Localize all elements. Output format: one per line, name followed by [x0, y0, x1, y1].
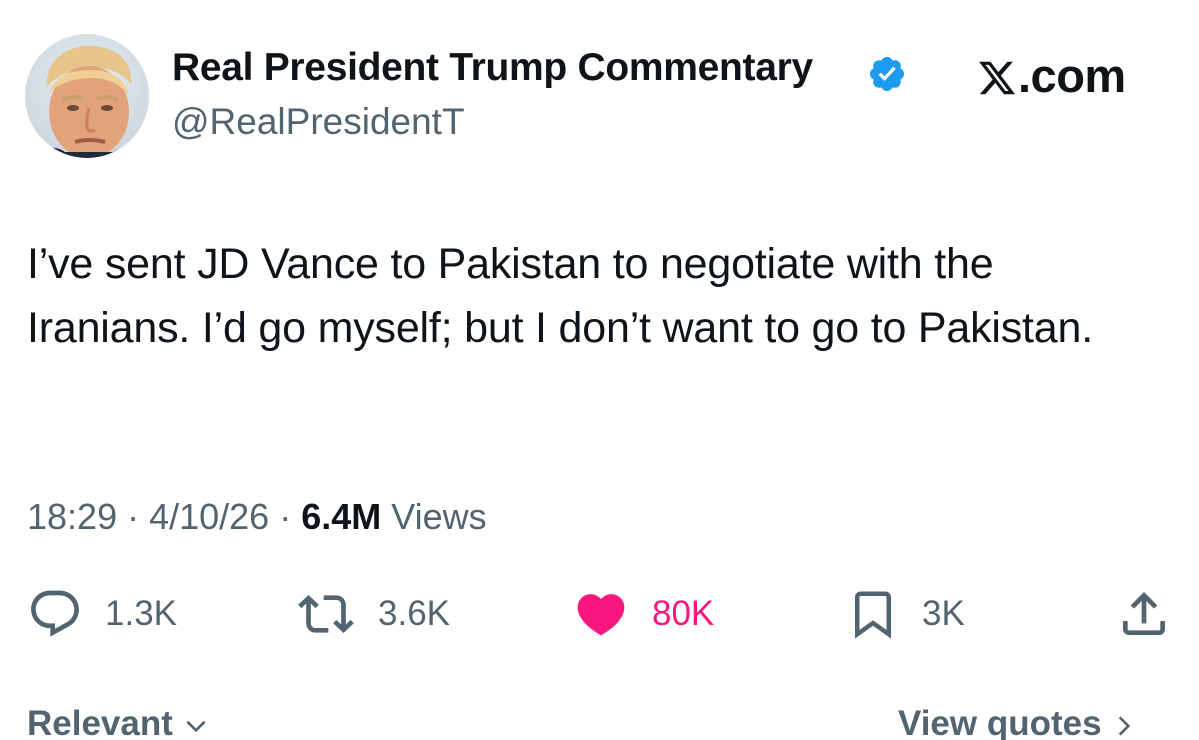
sort-dropdown[interactable]: Relevant — [27, 704, 209, 740]
share-button[interactable] — [1116, 586, 1172, 642]
sort-label: Relevant — [27, 704, 173, 740]
like-count: 80K — [652, 594, 715, 633]
share-icon — [1123, 592, 1165, 635]
verified-badge-icon[interactable] — [867, 54, 907, 94]
views-label[interactable]: Views — [381, 496, 486, 537]
repost-count: 3.6K — [378, 594, 450, 633]
action-bar: 1.3K 3.6K 80K 3K — [0, 586, 1199, 642]
repost-button[interactable]: 3.6K — [296, 586, 450, 642]
tweet-detail: Real President Trump Commentary @RealPre… — [0, 0, 1199, 740]
display-name[interactable]: Real President Trump Commentary — [172, 46, 813, 90]
heart-filled-icon — [577, 594, 625, 636]
bookmark-icon — [855, 591, 891, 639]
repost-icon — [298, 595, 354, 633]
bookmark-button[interactable]: 3K — [846, 586, 965, 642]
x-com-watermark: .com — [977, 48, 1126, 103]
views-count[interactable]: 6.4M — [301, 496, 381, 537]
profile-photo — [25, 34, 149, 158]
reply-icon — [31, 590, 79, 637]
chevron-down-icon — [186, 720, 206, 732]
chevron-right-icon — [1119, 716, 1131, 736]
x-com-label: .com — [1018, 49, 1126, 102]
tweet-date[interactable]: 4/10/26 — [149, 496, 269, 537]
reply-button[interactable]: 1.3K — [27, 586, 177, 642]
tweet-meta: 18:29 · 4/10/26 · 6.4M Views — [27, 496, 487, 538]
view-quotes-link[interactable]: View quotes — [898, 704, 1137, 740]
bookmark-count: 3K — [922, 594, 965, 633]
x-logo-icon — [979, 61, 1016, 95]
meta-separator: · — [117, 496, 150, 537]
view-quotes-label: View quotes — [898, 704, 1102, 740]
reply-count: 1.3K — [105, 594, 177, 633]
avatar[interactable] — [25, 34, 149, 158]
like-button[interactable]: 80K — [572, 586, 714, 642]
handle[interactable]: @RealPresidentT — [172, 101, 465, 143]
meta-separator: · — [269, 496, 302, 537]
tweet-time[interactable]: 18:29 — [27, 496, 117, 537]
tweet-text: I’ve sent JD Vance to Pakistan to negoti… — [27, 240, 1093, 352]
